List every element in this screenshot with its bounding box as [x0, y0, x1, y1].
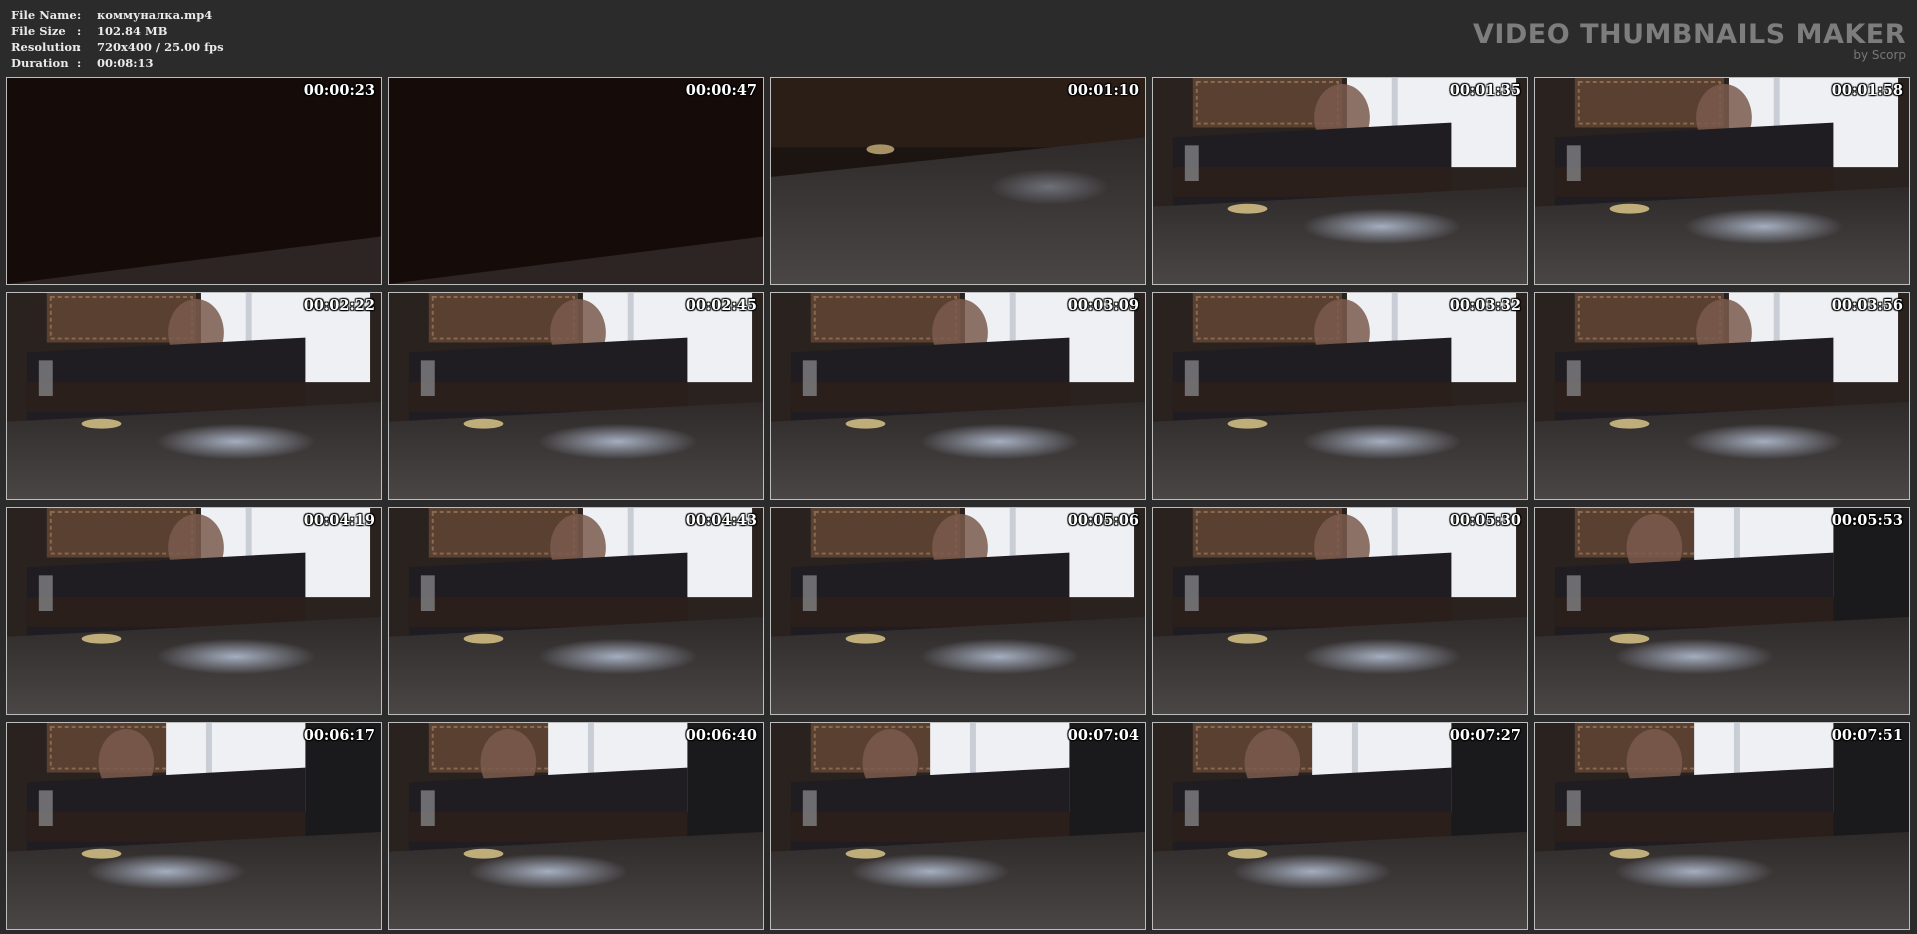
info-row-duration: Duration : 00:08:13: [11, 55, 224, 71]
thumbnail-frame-image: [771, 293, 1145, 499]
thumbnail-frame-image: [389, 293, 763, 499]
brand-subtitle: by Scorp: [1853, 48, 1906, 62]
thumbnail-timestamp: 00:01:10: [1067, 82, 1139, 99]
video-thumbnail[interactable]: 00:07:51: [1534, 722, 1910, 930]
video-thumbnail[interactable]: 00:05:06: [770, 507, 1146, 715]
video-thumbnail[interactable]: 00:01:10: [770, 77, 1146, 285]
thumbnail-frame-image: [7, 293, 381, 499]
video-thumbnail[interactable]: 00:05:53: [1534, 507, 1910, 715]
thumbnail-timestamp: 00:03:56: [1831, 297, 1903, 314]
video-thumbnail[interactable]: 00:03:09: [770, 292, 1146, 500]
video-thumbnail[interactable]: 00:01:58: [1534, 77, 1910, 285]
thumbnail-timestamp: 00:02:45: [685, 297, 757, 314]
thumbnail-timestamp: 00:07:04: [1067, 727, 1139, 744]
info-row-filesize: File Size : 102.84 MB: [11, 23, 224, 39]
info-separator: :: [77, 56, 82, 70]
info-label: Duration: [11, 56, 69, 70]
file-info: File Name : коммуналка.mp4 File Size : 1…: [11, 7, 224, 71]
thumbnail-frame-image: [389, 508, 763, 714]
thumbnail-frame-image: [771, 723, 1145, 929]
thumbnail-timestamp: 00:03:09: [1067, 297, 1139, 314]
info-label: File Name: [11, 8, 77, 22]
thumbnail-frame-image: [1535, 508, 1909, 714]
thumbnail-timestamp: 00:06:17: [303, 727, 375, 744]
video-thumbnail[interactable]: 00:02:22: [6, 292, 382, 500]
info-value: коммуналка.mp4: [97, 8, 213, 22]
thumbnail-timestamp: 00:00:47: [685, 82, 757, 99]
video-thumbnail[interactable]: 00:03:32: [1152, 292, 1528, 500]
header: File Name : коммуналка.mp4 File Size : 1…: [0, 0, 1917, 74]
info-value: 102.84 MB: [97, 24, 168, 38]
thumbnail-timestamp: 00:07:51: [1831, 727, 1903, 744]
video-thumbnail[interactable]: 00:07:27: [1152, 722, 1528, 930]
thumbnail-timestamp: 00:05:53: [1831, 512, 1903, 529]
info-separator: :: [77, 40, 82, 54]
video-thumbnail[interactable]: 00:06:17: [6, 722, 382, 930]
video-thumbnail[interactable]: 00:03:56: [1534, 292, 1910, 500]
thumbnail-timestamp: 00:00:23: [303, 82, 375, 99]
thumbnail-frame-image: [771, 508, 1145, 714]
thumbnail-timestamp: 00:02:22: [303, 297, 375, 314]
video-thumbnail[interactable]: 00:04:19: [6, 507, 382, 715]
thumbnail-frame-image: [1535, 723, 1909, 929]
video-thumbnail[interactable]: 00:06:40: [388, 722, 764, 930]
info-label: File Size: [11, 24, 66, 38]
thumbnail-timestamp: 00:01:58: [1831, 82, 1903, 99]
thumbnail-frame-image: [1153, 78, 1527, 284]
thumbnail-timestamp: 00:01:35: [1449, 82, 1521, 99]
thumbnail-frame-image: [1153, 293, 1527, 499]
info-separator: :: [77, 24, 82, 38]
thumbnail-timestamp: 00:05:06: [1067, 512, 1139, 529]
video-thumbnail[interactable]: 00:04:43: [388, 507, 764, 715]
info-separator: :: [77, 8, 82, 22]
thumbnail-frame-image: [1535, 78, 1909, 284]
thumbnail-timestamp: 00:07:27: [1449, 727, 1521, 744]
thumbnail-frame-image: [389, 78, 763, 284]
info-row-filename: File Name : коммуналка.mp4: [11, 7, 224, 23]
info-row-resolution: Resolution : 720x400 / 25.00 fps: [11, 39, 224, 55]
video-thumbnail[interactable]: 00:00:23: [6, 77, 382, 285]
thumbnail-frame-image: [389, 723, 763, 929]
thumbnail-frame-image: [1153, 723, 1527, 929]
thumbnail-frame-image: [1535, 293, 1909, 499]
video-thumbnail[interactable]: 00:02:45: [388, 292, 764, 500]
thumbnail-frame-image: [771, 78, 1145, 284]
thumbnail-timestamp: 00:04:43: [685, 512, 757, 529]
video-thumbnail[interactable]: 00:05:30: [1152, 507, 1528, 715]
info-value: 720x400 / 25.00 fps: [97, 40, 224, 54]
video-thumbnail[interactable]: 00:00:47: [388, 77, 764, 285]
thumbnail-frame-image: [7, 508, 381, 714]
info-label: Resolution: [11, 40, 81, 54]
thumbnail-timestamp: 00:03:32: [1449, 297, 1521, 314]
brand-title: VIDEO THUMBNAILS MAKER: [1472, 19, 1906, 50]
thumbnail-frame-image: [1153, 508, 1527, 714]
video-thumbnail[interactable]: 00:01:35: [1152, 77, 1528, 285]
brand-watermark: VIDEO THUMBNAILS MAKER by Scorp: [1472, 19, 1906, 62]
thumbnail-frame-image: [7, 723, 381, 929]
thumbnail-timestamp: 00:04:19: [303, 512, 375, 529]
thumbnail-frame-image: [7, 78, 381, 284]
video-thumbnail[interactable]: 00:07:04: [770, 722, 1146, 930]
info-value: 00:08:13: [97, 56, 154, 70]
thumbnail-timestamp: 00:06:40: [685, 727, 757, 744]
thumbnail-timestamp: 00:05:30: [1449, 512, 1521, 529]
